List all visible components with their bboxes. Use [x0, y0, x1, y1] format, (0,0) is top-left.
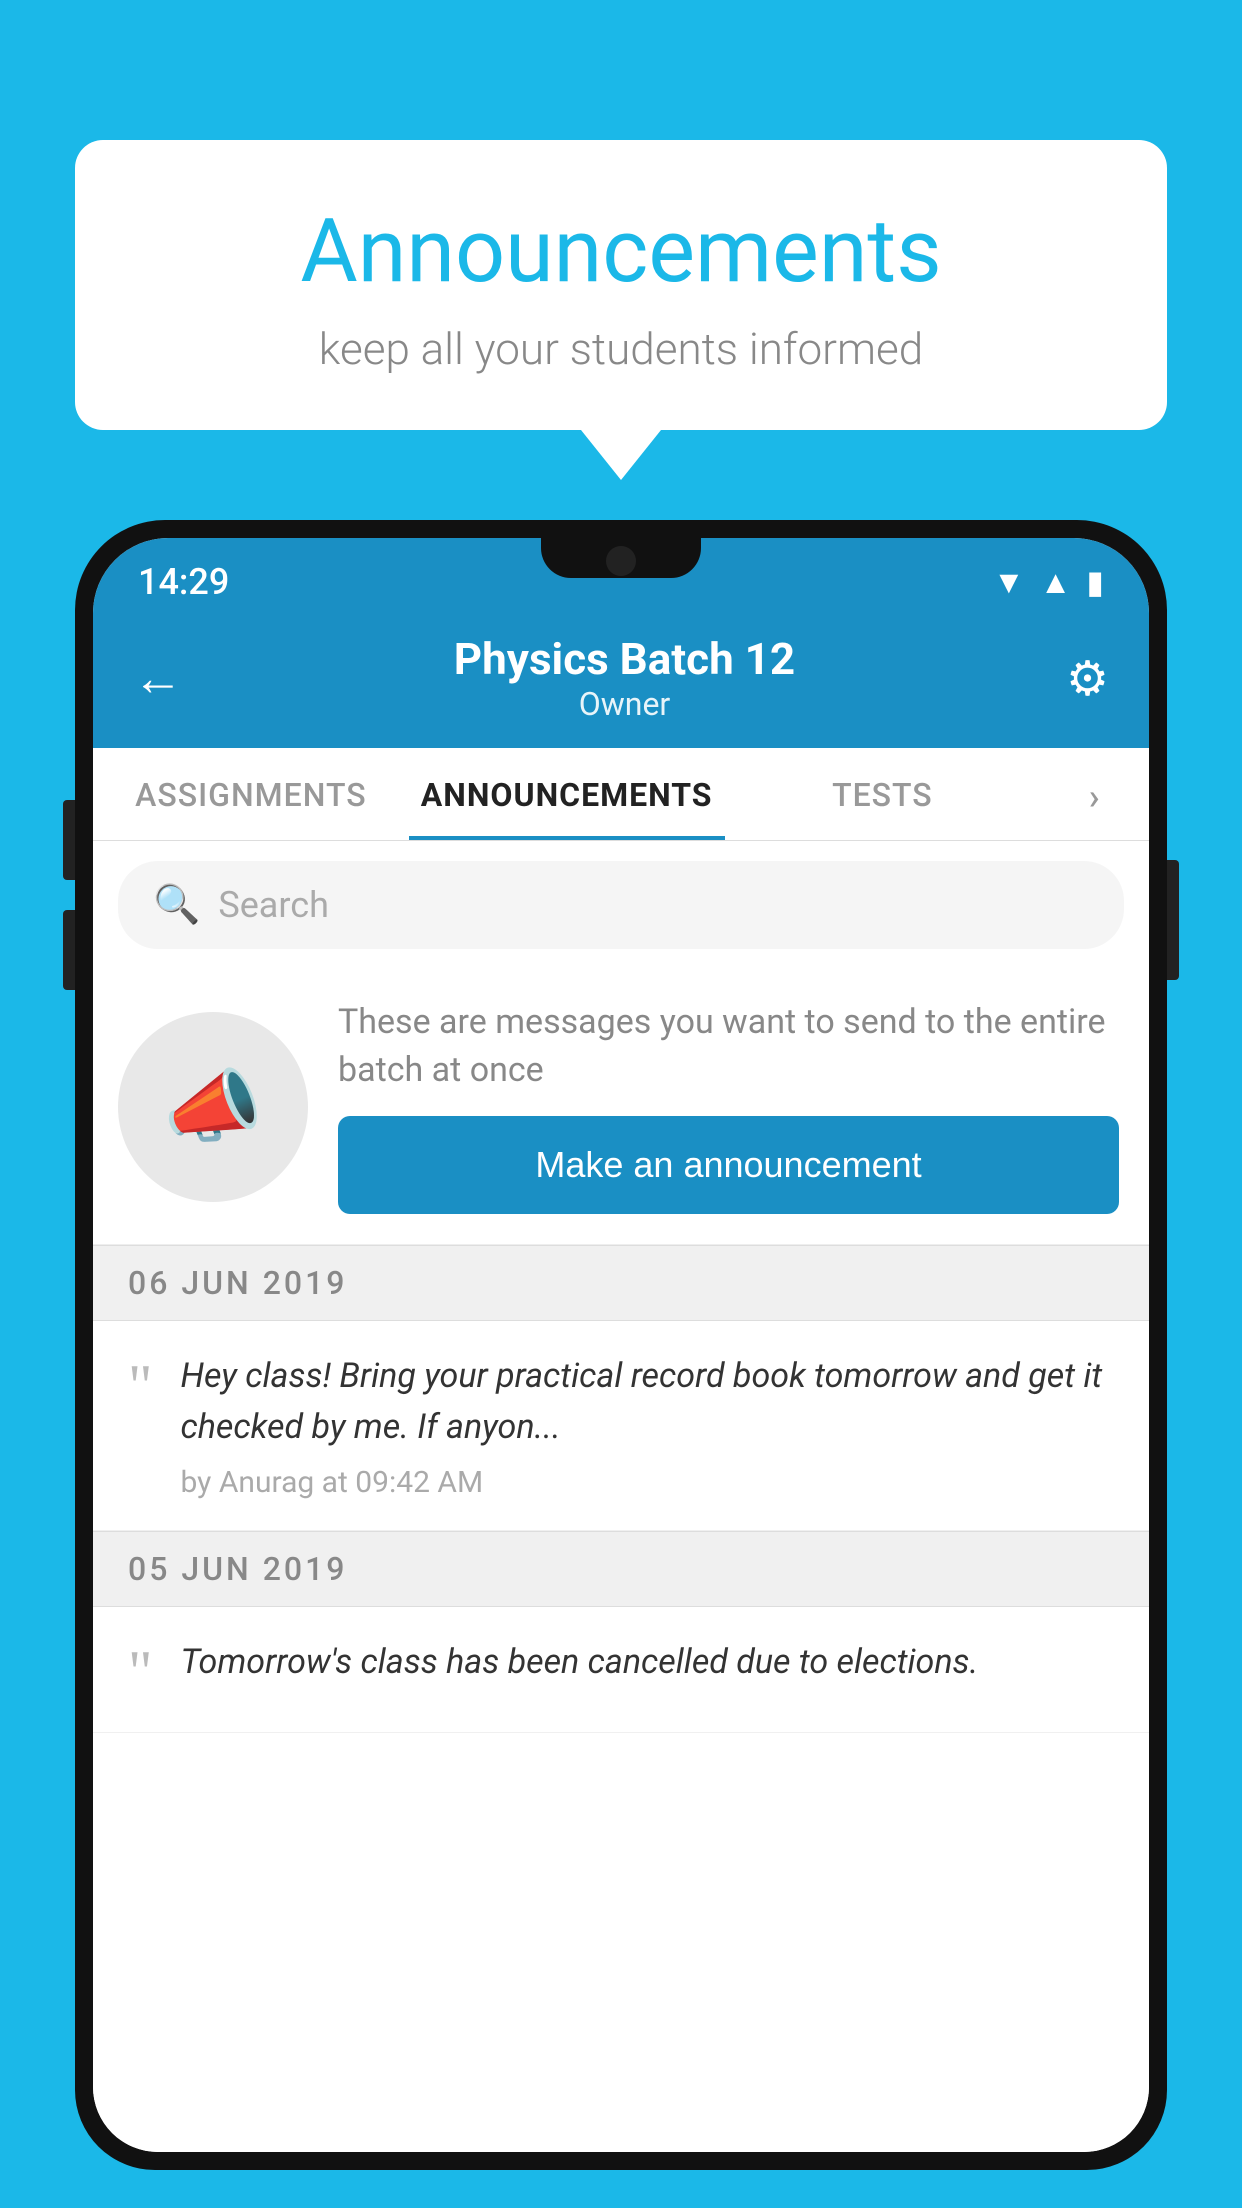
tab-tests[interactable]: TESTS — [725, 748, 1041, 840]
speech-bubble-subtitle: keep all your students informed — [145, 323, 1097, 375]
search-bar[interactable]: 🔍 Search — [118, 861, 1124, 949]
announcement-meta-1: by Anurag at 09:42 AM — [181, 1465, 1115, 1500]
volume-down-button — [63, 910, 75, 990]
tab-more[interactable]: › — [1040, 748, 1149, 840]
phone-notch — [541, 538, 701, 578]
content-area: 🔍 Search 📣 These are messages you want t… — [93, 841, 1149, 2152]
announcement-message-2: Tomorrow's class has been cancelled due … — [181, 1637, 1115, 1688]
status-icons: ▼ ▲ ▮ — [993, 563, 1104, 601]
intro-right: These are messages you want to send to t… — [338, 999, 1119, 1214]
tab-assignments[interactable]: ASSIGNMENTS — [93, 748, 409, 840]
intro-description: These are messages you want to send to t… — [338, 999, 1119, 1094]
volume-up-button — [63, 800, 75, 880]
search-icon: 🔍 — [153, 883, 200, 927]
quote-icon-2: " — [128, 1642, 153, 1702]
announcement-message-1: Hey class! Bring your practical record b… — [181, 1351, 1115, 1453]
back-button[interactable]: ← — [133, 649, 183, 708]
front-camera — [606, 546, 636, 576]
quote-icon-1: " — [128, 1356, 153, 1416]
app-header: ← Physics Batch 12 Owner ⚙ — [93, 613, 1149, 748]
announcement-intro: 📣 These are messages you want to send to… — [93, 969, 1149, 1245]
phone-screen: 14:29 ▼ ▲ ▮ ← Physics Batch 12 Owner ⚙ A… — [93, 538, 1149, 2152]
wifi-icon: ▼ — [993, 563, 1025, 601]
megaphone-icon: 📣 — [163, 1060, 263, 1154]
phone-mockup: 14:29 ▼ ▲ ▮ ← Physics Batch 12 Owner ⚙ A… — [75, 520, 1167, 2208]
speech-bubble-card: Announcements keep all your students inf… — [75, 140, 1167, 430]
announcement-text-block-2: Tomorrow's class has been cancelled due … — [181, 1637, 1115, 1700]
tabs-bar: ASSIGNMENTS ANNOUNCEMENTS TESTS › — [93, 748, 1149, 841]
header-subtitle: Owner — [454, 685, 795, 723]
megaphone-circle: 📣 — [118, 1012, 308, 1202]
phone-outer: 14:29 ▼ ▲ ▮ ← Physics Batch 12 Owner ⚙ A… — [75, 520, 1167, 2170]
battery-icon: ▮ — [1086, 563, 1104, 601]
announcement-item-1[interactable]: " Hey class! Bring your practical record… — [93, 1321, 1149, 1531]
announcement-item-2[interactable]: " Tomorrow's class has been cancelled du… — [93, 1607, 1149, 1733]
announcement-text-block-1: Hey class! Bring your practical record b… — [181, 1351, 1115, 1500]
date-separator-1: 06 JUN 2019 — [93, 1245, 1149, 1321]
header-center: Physics Batch 12 Owner — [454, 633, 795, 723]
settings-button[interactable]: ⚙ — [1066, 650, 1109, 707]
date-separator-2: 05 JUN 2019 — [93, 1531, 1149, 1607]
search-placeholder: Search — [218, 884, 329, 926]
tab-announcements[interactable]: ANNOUNCEMENTS — [409, 748, 725, 840]
make-announcement-button[interactable]: Make an announcement — [338, 1116, 1119, 1214]
power-button — [1167, 860, 1179, 980]
speech-bubble-section: Announcements keep all your students inf… — [75, 140, 1167, 480]
status-time: 14:29 — [138, 561, 229, 603]
signal-icon: ▲ — [1040, 563, 1072, 601]
header-title: Physics Batch 12 — [454, 633, 795, 685]
speech-bubble-title: Announcements — [145, 200, 1097, 303]
speech-bubble-arrow — [581, 430, 661, 480]
